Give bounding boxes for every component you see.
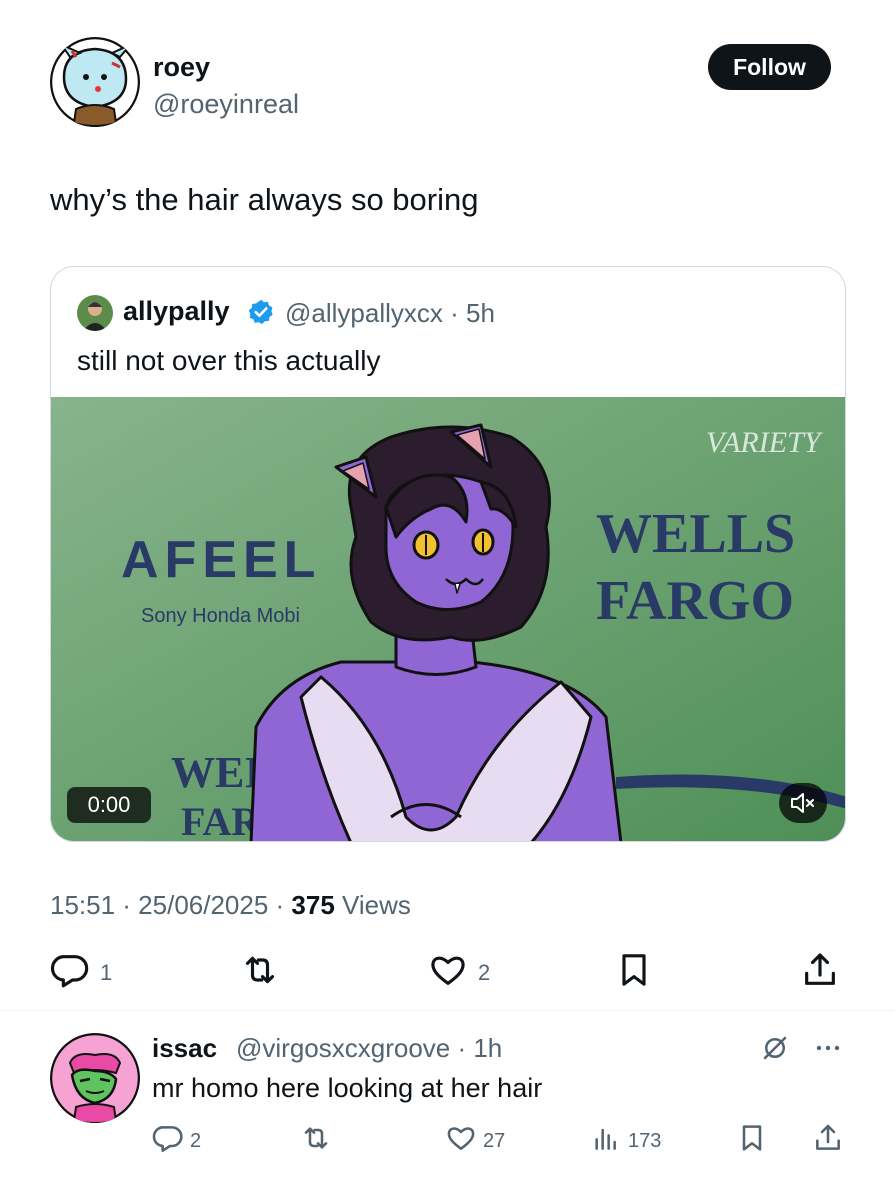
reply-author-name[interactable]: issac (152, 1033, 217, 1064)
bookmark-icon (614, 950, 654, 996)
backdrop-watermark: VARIETY (706, 426, 824, 459)
quoted-author-name[interactable]: allypally (123, 296, 230, 327)
repost-button[interactable] (240, 950, 280, 996)
reply-icon (152, 1122, 184, 1160)
more-icon[interactable] (812, 1036, 844, 1065)
reply-views-count: 173 (628, 1129, 662, 1152)
quoted-post-text: still not over this actually (77, 345, 381, 376)
heart-icon (428, 950, 468, 996)
grok-icon[interactable] (760, 1033, 790, 1068)
follow-button[interactable]: Follow (708, 44, 831, 90)
video-time-badge: 0:00 (67, 787, 151, 823)
heart-icon (445, 1122, 477, 1160)
backdrop-brand-afeel: AFEEL (121, 531, 321, 589)
post-date: 15:51 · 25/06/2025 · (50, 890, 292, 920)
reply-like-button[interactable]: 27 (445, 1122, 505, 1160)
backdrop-brand-afeel-sub: Sony Honda Mobi (141, 605, 300, 627)
post-timestamp: 15:51 · 25/06/2025 · 375 Views (50, 890, 411, 921)
post-text: why’s the hair always so boring (50, 182, 479, 217)
backdrop-brand-wells: WELLS (596, 503, 795, 565)
quoted-post-card[interactable]: allypally @allypallyxcx · 5h still not o… (50, 266, 846, 842)
reply-reply-button[interactable]: 2 (152, 1122, 201, 1160)
reply-repost-button[interactable] (300, 1122, 332, 1160)
share-icon (800, 950, 840, 996)
mute-icon[interactable] (779, 783, 827, 823)
quoted-author-avatar[interactable] (77, 295, 113, 331)
reply-button[interactable]: 1 (50, 950, 112, 996)
divider (0, 1010, 895, 1011)
reply-like-count: 27 (483, 1129, 506, 1152)
reply-icon (50, 950, 90, 996)
reply-views-button[interactable]: 173 (590, 1122, 661, 1160)
repost-icon (300, 1122, 332, 1160)
reply-author-meta: @virgosxcxgroove · 1h (236, 1033, 503, 1063)
reply-author-avatar[interactable] (50, 1033, 140, 1123)
reply-text: mr homo here looking at her hair (152, 1073, 543, 1103)
share-button[interactable] (800, 950, 840, 996)
reply-reply-count: 2 (190, 1129, 202, 1152)
share-icon (812, 1122, 844, 1160)
views-icon (590, 1122, 622, 1160)
like-button[interactable]: 2 (428, 950, 490, 996)
quoted-author-meta: @allypallyxcx · 5h (285, 298, 495, 328)
backdrop-lower-2: FAR (181, 799, 261, 842)
verified-badge-icon (247, 298, 275, 326)
reply-bookmark-button[interactable] (736, 1122, 768, 1160)
author-avatar[interactable] (50, 37, 140, 127)
video-frame: AFEEL Sony Honda Mobi VARIETY WELLS FARG… (51, 397, 845, 842)
views-label: Views (334, 890, 411, 920)
reply-count: 1 (100, 960, 113, 985)
views-count: 375 (291, 890, 335, 920)
repost-icon (240, 950, 280, 996)
video-media[interactable]: AFEEL Sony Honda Mobi VARIETY WELLS FARG… (51, 397, 845, 842)
bookmark-button[interactable] (614, 950, 654, 996)
like-count: 2 (478, 960, 491, 985)
bookmark-icon (736, 1122, 768, 1160)
backdrop-brand-fargo: FARGO (596, 570, 794, 632)
backdrop-lower-1: WEI (171, 748, 261, 797)
author-handle[interactable]: @roeyinreal (153, 89, 299, 120)
author-name[interactable]: roey (153, 52, 210, 83)
reply-share-button[interactable] (812, 1122, 844, 1160)
